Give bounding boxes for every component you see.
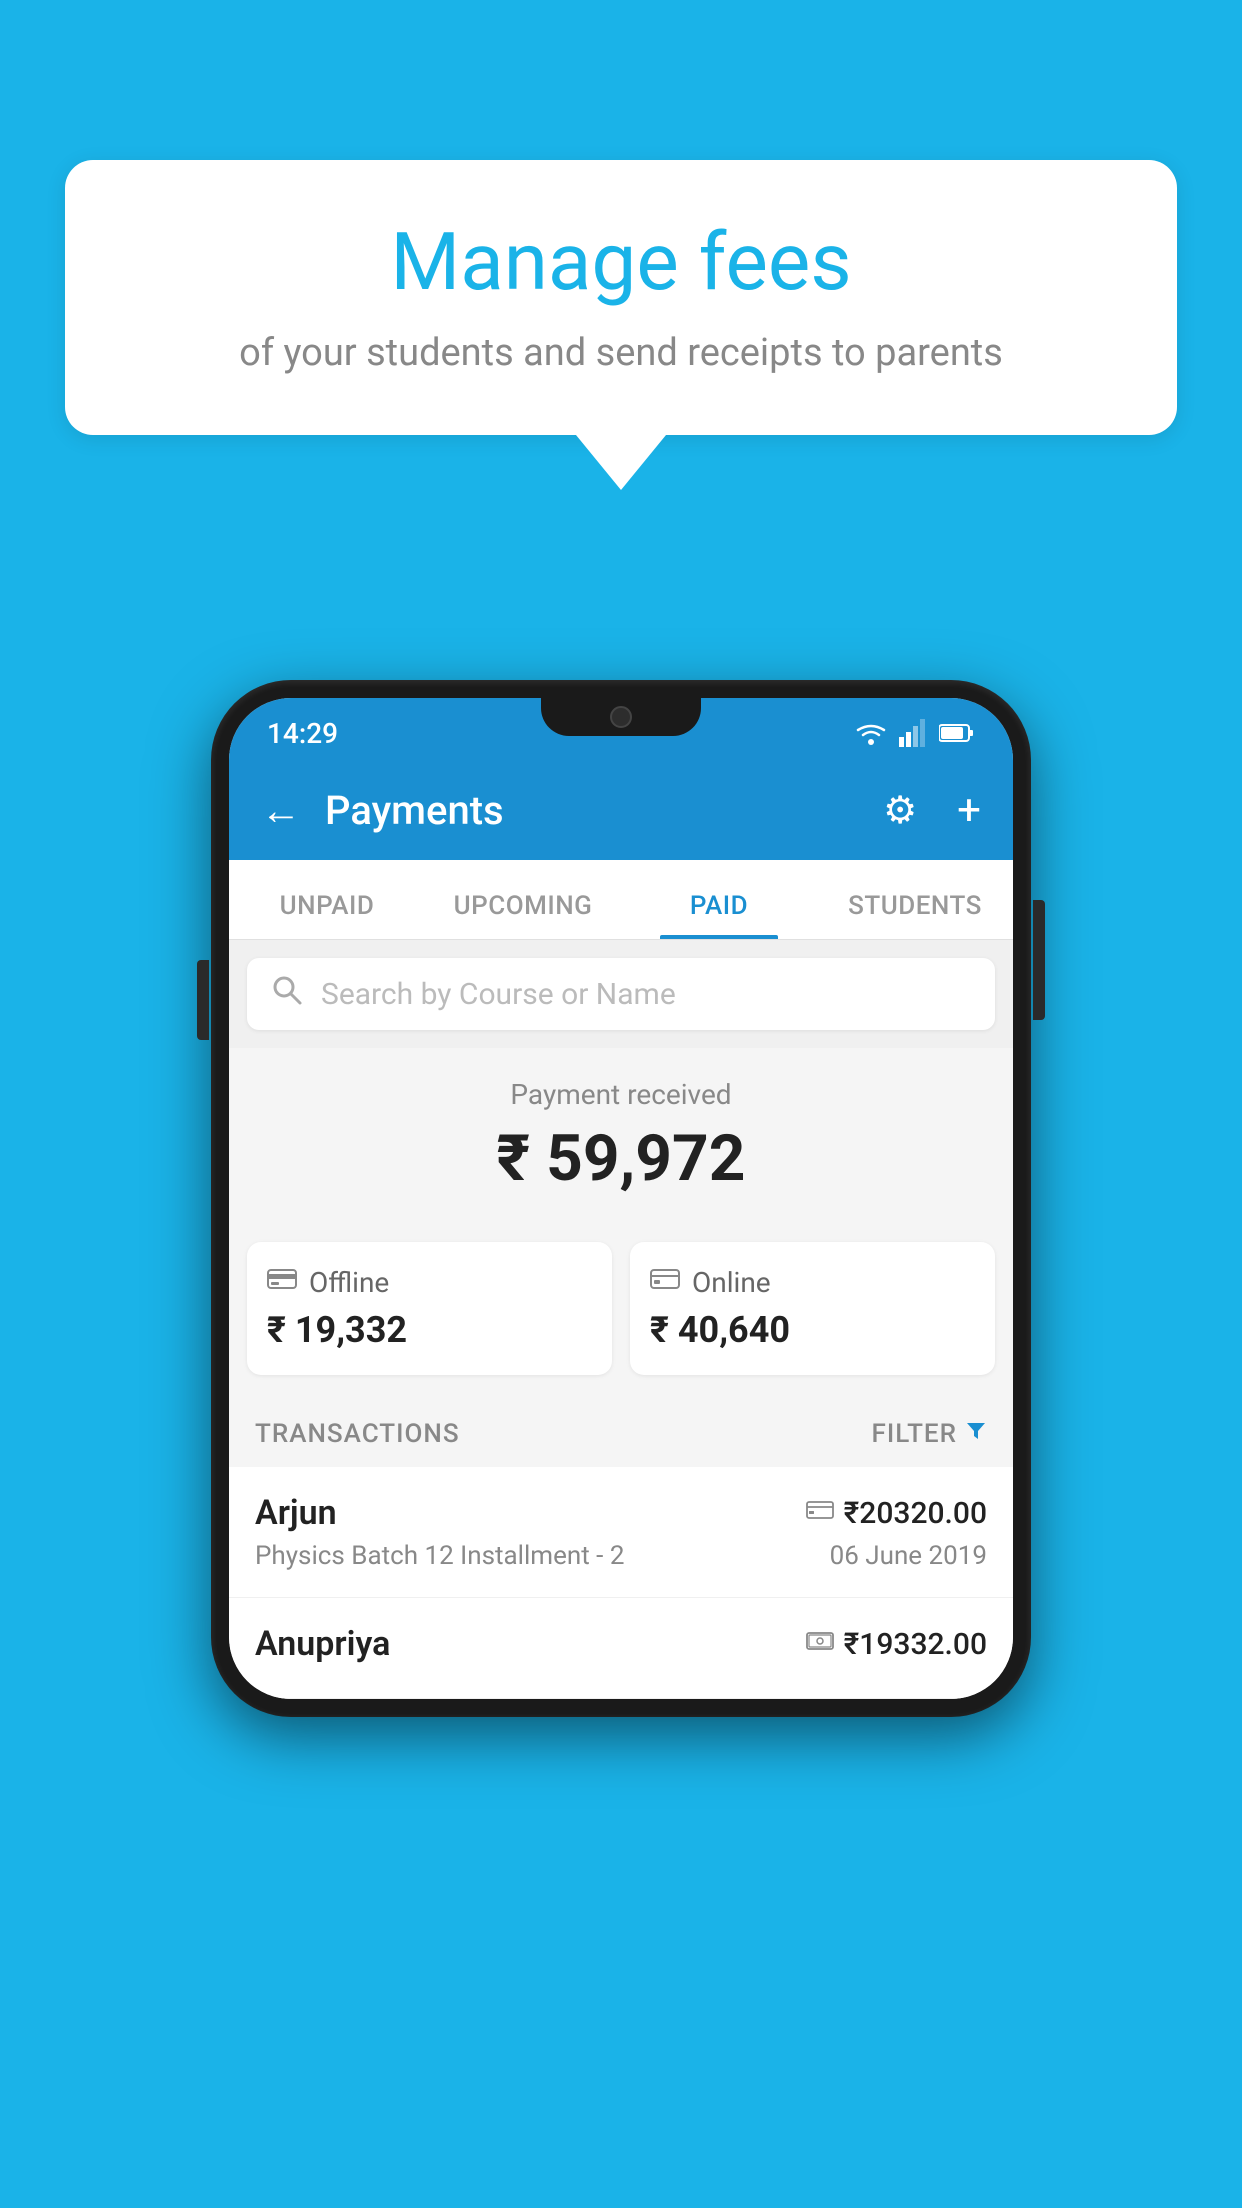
tab-students[interactable]: STUDENTS [817, 891, 1013, 939]
camera-dot [610, 706, 632, 728]
filter-label: FILTER [872, 1419, 957, 1449]
filter-icon [965, 1420, 987, 1448]
gear-icon[interactable]: ⚙ [883, 788, 917, 833]
transaction-name-anupriya: Anupriya [255, 1624, 390, 1664]
card-mode-icon [806, 1498, 834, 1528]
speech-bubble-arrow [576, 435, 666, 490]
transaction-course-arjun: Physics Batch 12 Installment - 2 [255, 1541, 624, 1571]
transaction-row-anupriya[interactable]: Anupriya ₹19332.00 [229, 1598, 1013, 1699]
status-icons [853, 719, 975, 747]
online-card: Online ₹ 40,640 [630, 1242, 995, 1375]
offline-amount: ₹ 19,332 [267, 1309, 592, 1351]
phone-screen: 14:29 [229, 698, 1013, 1699]
tab-upcoming[interactable]: UPCOMING [425, 891, 621, 939]
status-time: 14:29 [267, 717, 338, 750]
phone-outer: 14:29 [211, 680, 1031, 1717]
transaction-name-arjun: Arjun [255, 1493, 337, 1533]
phone-notch [541, 698, 701, 736]
offline-label: Offline [309, 1266, 389, 1299]
transaction-amount-wrap-anupriya: ₹19332.00 [806, 1627, 987, 1662]
offline-icon [267, 1266, 297, 1299]
transaction-top-anupriya: Anupriya ₹19332.00 [255, 1624, 987, 1664]
transaction-amount-anupriya: ₹19332.00 [844, 1627, 987, 1662]
add-button[interactable]: + [957, 786, 981, 835]
online-amount: ₹ 40,640 [650, 1309, 975, 1351]
tabs-bar: UNPAID UPCOMING PAID STUDENTS [229, 860, 1013, 940]
app-bar: ← Payments ⚙ + [229, 760, 1013, 860]
transactions-label: TRANSACTIONS [255, 1419, 460, 1449]
speech-bubble-wrapper: Manage fees of your students and send re… [65, 160, 1177, 490]
cards-row: Offline ₹ 19,332 Onlin [229, 1224, 1013, 1399]
offline-card: Offline ₹ 19,332 [247, 1242, 612, 1375]
online-card-header: Online [650, 1266, 975, 1299]
tab-unpaid[interactable]: UNPAID [229, 891, 425, 939]
search-bar[interactable]: Search by Course or Name [247, 958, 995, 1030]
transaction-amount-arjun: ₹20320.00 [844, 1496, 987, 1531]
transaction-date-arjun: 06 June 2019 [830, 1541, 987, 1571]
transactions-header: TRANSACTIONS FILTER [229, 1399, 1013, 1467]
speech-bubble: Manage fees of your students and send re… [65, 160, 1177, 435]
cash-mode-icon [806, 1629, 834, 1659]
transaction-top-arjun: Arjun ₹20320.00 [255, 1493, 987, 1533]
payment-received-label: Payment received [229, 1078, 1013, 1111]
online-label: Online [692, 1266, 771, 1299]
payment-summary: Payment received ₹ 59,972 [229, 1048, 1013, 1224]
transaction-bottom-arjun: Physics Batch 12 Installment - 2 06 June… [255, 1541, 987, 1571]
offline-card-header: Offline [267, 1266, 592, 1299]
search-placeholder: Search by Course or Name [321, 977, 676, 1012]
wifi-icon [853, 719, 889, 747]
transaction-amount-wrap-arjun: ₹20320.00 [806, 1496, 987, 1531]
manage-fees-title: Manage fees [125, 215, 1117, 309]
phone-wrapper: 14:29 [211, 680, 1031, 1717]
battery-icon [939, 723, 975, 743]
filter-button[interactable]: FILTER [872, 1419, 987, 1449]
search-icon [271, 974, 303, 1014]
app-title: Payments [325, 787, 859, 834]
payment-amount: ₹ 59,972 [229, 1121, 1013, 1196]
manage-fees-subtitle: of your students and send receipts to pa… [125, 331, 1117, 375]
signal-icon [899, 719, 929, 747]
transaction-row-arjun[interactable]: Arjun ₹20320.00 Physics Batch 1 [229, 1467, 1013, 1598]
online-icon [650, 1266, 680, 1299]
tab-paid[interactable]: PAID [621, 891, 817, 939]
back-button[interactable]: ← [261, 787, 301, 834]
